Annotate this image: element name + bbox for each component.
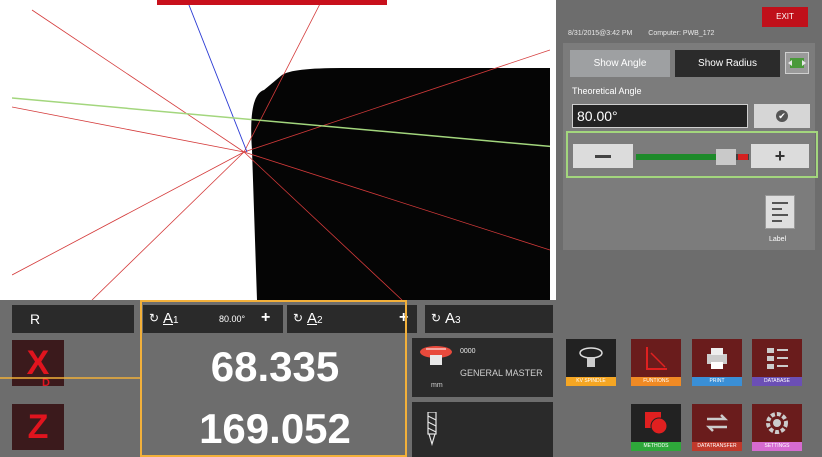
database-icon — [767, 348, 788, 369]
print-tile[interactable]: PRINT — [692, 339, 742, 386]
settings-label: SETTINGS — [752, 442, 802, 451]
tool-holder-icon — [418, 345, 454, 371]
printer-icon — [707, 348, 727, 369]
settings-tile[interactable]: SETTINGS — [752, 404, 802, 451]
kv-spindle-tile[interactable]: KV SPINDLE — [566, 339, 616, 386]
gear-icon — [766, 412, 788, 434]
database-tile[interactable]: DATABASE — [752, 339, 802, 386]
database-label: DATABASE — [752, 377, 802, 386]
methods-icon — [645, 412, 668, 435]
print-label: PRINT — [692, 377, 742, 386]
spindle-icon — [579, 347, 603, 367]
unit-label: mm — [431, 382, 443, 389]
tool-name: GENERAL MASTER — [460, 368, 543, 378]
functions-tile[interactable]: FUNTIONS — [631, 339, 681, 386]
datatransfer-label: DATATRANSFER — [692, 442, 742, 451]
functions-icon — [646, 347, 667, 370]
methods-label: METHODS — [631, 442, 681, 451]
transfer-arrows-icon — [705, 414, 729, 432]
kv-spindle-label: KV SPINDLE — [566, 377, 616, 386]
drill-icon — [427, 412, 437, 446]
leader-lines — [0, 377, 142, 379]
datatransfer-tile[interactable]: DATATRANSFER — [692, 404, 742, 451]
functions-label: FUNTIONS — [631, 377, 681, 386]
methods-tile[interactable]: METHODS — [631, 404, 681, 451]
tool-number: 0000 — [460, 348, 476, 355]
